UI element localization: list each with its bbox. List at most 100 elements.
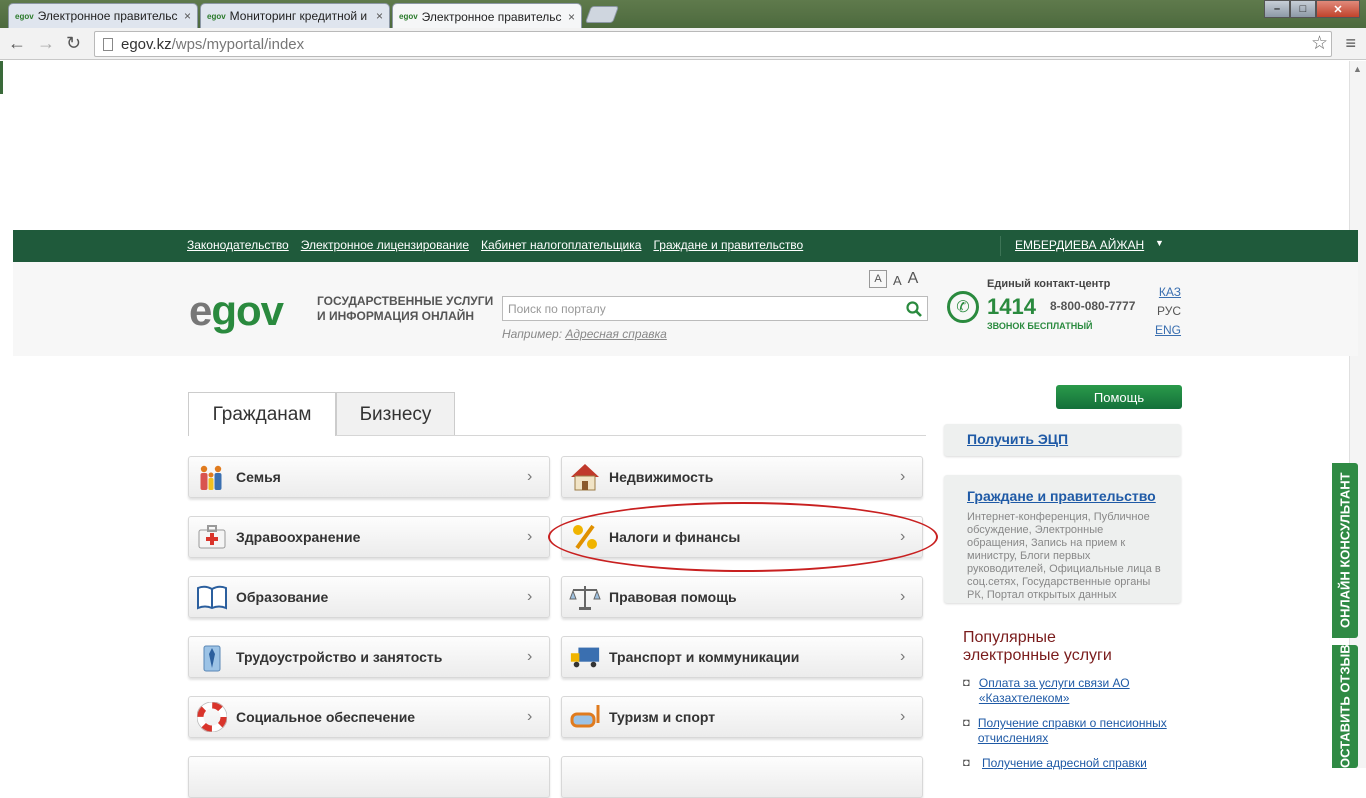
ecp-box: Получить ЭЦП [944,424,1181,456]
font-size-small[interactable]: A [869,270,887,288]
nav-link-legislation[interactable]: Законодательство [187,238,289,252]
forward-icon[interactable]: → [37,33,55,54]
list-item[interactable]: ◘ Оплата за услуги связи АО «Казахтелеко… [963,676,1183,706]
diving-mask-icon [569,702,601,732]
chevron-right-icon: › [527,648,533,665]
browser-toolbar: ← → ↻ egov.kz/wps/myportal/index ☆ ≡ [0,28,1366,60]
category-employment[interactable]: Трудоустройство и занятость › [188,636,550,678]
close-window-icon[interactable]: ✕ [1316,0,1360,18]
category-label: Правовая помощь [609,589,737,605]
chevron-right-icon: › [900,468,906,485]
category-tourism-sport[interactable]: Туризм и спорт › [561,696,923,738]
chevron-down-icon[interactable]: ▼ [1155,238,1164,248]
category-transport[interactable]: Транспорт и коммуникации › [561,636,923,678]
url-path: /wps/myportal/index [171,35,305,53]
close-tab-icon[interactable]: × [568,10,575,24]
example-link[interactable]: Адресная справка [565,327,666,341]
egov-favicon-icon: egov [399,12,418,21]
new-tab-button[interactable] [584,6,620,23]
category-label: Социальное обеспечение [236,709,416,725]
user-name-link[interactable]: ЕМБЕРДИЕВА АЙЖАН [1015,238,1144,252]
menu-icon[interactable]: ≡ [1345,33,1356,54]
bookmark-star-icon[interactable]: ☆ [1311,32,1328,55]
font-size-medium[interactable]: A [893,273,902,288]
category-next-row[interactable] [561,756,923,798]
window-controls: – □ ✕ [1264,0,1360,18]
category-healthcare[interactable]: Здравоохранение › [188,516,550,558]
maximize-icon[interactable]: □ [1290,0,1316,18]
phone-icon: ✆ [947,291,979,323]
close-tab-icon[interactable]: × [376,9,383,23]
bullet-icon: ◘ [963,757,970,769]
minimize-icon[interactable]: – [1264,0,1290,18]
medkit-icon [196,522,228,552]
lang-kaz[interactable]: КАЗ [1159,285,1181,299]
browser-tabstrip: egov Электронное правительс × egov Монит… [0,0,1366,29]
chevron-right-icon: › [527,528,533,545]
citizens-gov-link[interactable]: Граждане и правительство [967,488,1167,504]
address-bar[interactable]: egov.kz/wps/myportal/index [94,31,1332,57]
browser-tab-title: Электронное правительс [37,9,178,23]
category-next-row[interactable] [188,756,550,798]
bullet-icon: ◘ [963,677,970,689]
back-icon[interactable]: ← [8,33,26,54]
search-example: Например: Адресная справка [502,327,667,341]
browser-tab-title: Электронное правительс [421,9,562,24]
search-icon[interactable] [901,297,927,320]
nav-link-licensing[interactable]: Электронное лицензирование [301,238,469,252]
browser-tab-active[interactable]: egov Электронное правительс × [392,3,582,29]
contact-alt-number: 8-800-080-7777 [1050,299,1136,313]
language-switcher: КАЗ РУС ENG [1155,285,1181,337]
chevron-right-icon: › [527,588,533,605]
egov-logo[interactable]: egov [189,287,284,335]
help-button[interactable]: Помощь [1056,385,1182,409]
audience-tabs: Гражданам Бизнесу [188,392,455,436]
truck-icon [569,642,601,672]
citizens-gov-description: Интернет-конференция, Публичное обсужден… [967,511,1161,601]
lang-rus[interactable]: РУС [1157,304,1181,318]
category-social-security[interactable]: Социальное обеспечение › [188,696,550,738]
category-label: Транспорт и коммуникации [609,649,800,665]
lang-eng[interactable]: ENG [1155,323,1181,337]
leave-feedback-tab[interactable]: ОСТАВИТЬ ОТЗЫВ [1332,645,1358,768]
online-consultant-tab[interactable]: ОНЛАЙН КОНСУЛЬТАНТ [1332,463,1358,638]
bullet-icon: ◘ [963,717,970,729]
lifebuoy-icon [196,702,228,732]
list-item[interactable]: ◘ Получение адресной справки [963,756,1183,771]
font-size-large[interactable]: A [908,270,919,288]
category-legal-aid[interactable]: Правовая помощь › [561,576,923,618]
category-family[interactable]: Семья › [188,456,550,498]
chevron-right-icon: › [900,588,906,605]
nav-link-taxpayer[interactable]: Кабинет налогоплательщика [481,238,641,252]
site-tagline: ГОСУДАРСТВЕННЫЕ УСЛУГИ И ИНФОРМАЦИЯ ОНЛА… [317,294,494,323]
highlight-ellipse [548,502,938,572]
scroll-up-icon[interactable]: ▲ [1353,64,1362,74]
list-item[interactable]: ◘ Получение справки о пенсионных отчисле… [963,716,1183,746]
url-host: egov.kz [121,35,172,53]
get-ecp-link[interactable]: Получить ЭЦП [967,431,1068,447]
worker-icon [196,642,228,672]
browser-tab[interactable]: egov Электронное правительс × [8,3,198,28]
contact-number: 1414 [987,294,1036,319]
browser-tab[interactable]: egov Мониторинг кредитной и × [200,3,390,28]
search-input[interactable] [503,297,901,320]
reload-icon[interactable]: ↻ [66,33,81,54]
category-label: Недвижимость [609,469,714,485]
family-icon [196,462,228,492]
category-label: Образование [236,589,329,605]
chevron-right-icon: › [900,708,906,725]
category-label: Здравоохранение [236,529,361,545]
scales-icon [569,582,601,612]
page-icon [103,37,113,51]
tab-underline [336,435,926,436]
contact-center-title: Единый контакт-центр [987,278,1111,290]
category-education[interactable]: Образование › [188,576,550,618]
book-icon [196,582,228,612]
nav-link-citizens-gov[interactable]: Граждане и правительство [653,238,803,252]
tab-business[interactable]: Бизнесу [336,392,455,436]
tab-citizens[interactable]: Гражданам [188,392,336,436]
category-label: Туризм и спорт [609,709,716,725]
category-real-estate[interactable]: Недвижимость › [561,456,923,498]
chevron-right-icon: › [527,468,533,485]
close-tab-icon[interactable]: × [184,9,191,23]
